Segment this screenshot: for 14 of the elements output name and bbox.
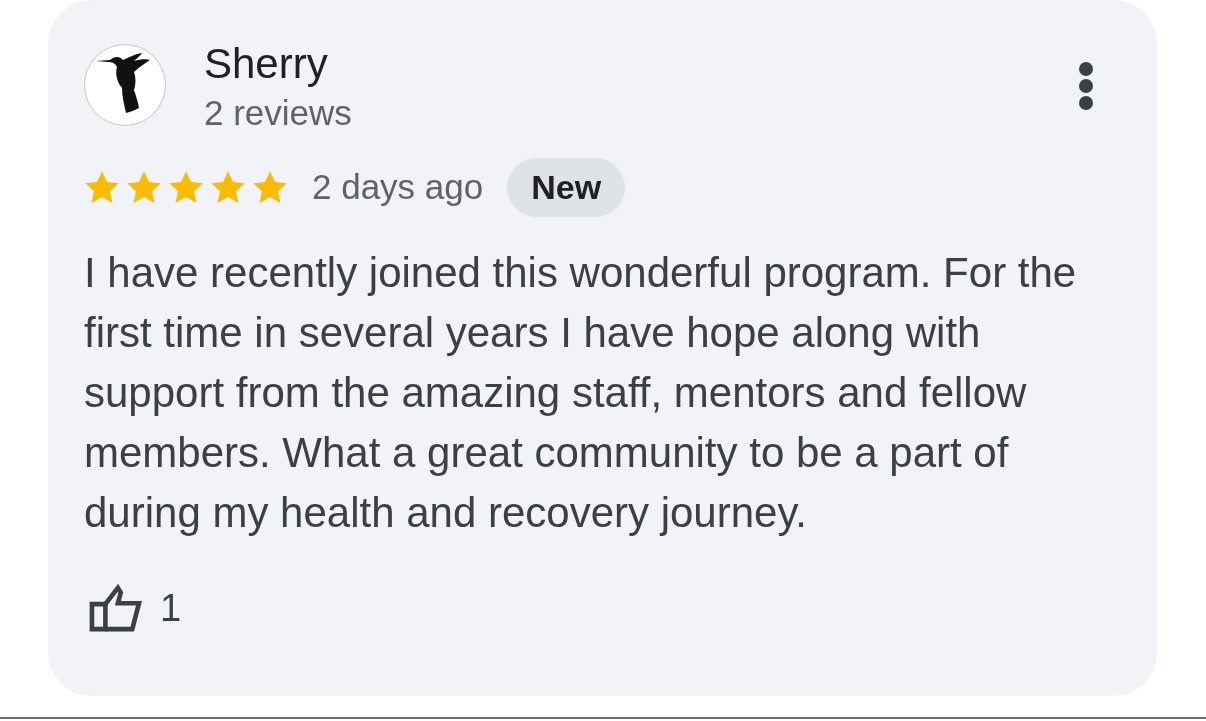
bird-avatar-icon: [84, 44, 166, 126]
star-icon: [252, 169, 288, 205]
star-icon: [84, 169, 120, 205]
star-icon: [168, 169, 204, 205]
review-text: I have recently joined this wonderful program. For the first time in several years I have hope along with support from the amazing staff, mentors and fellow members. What a great community to be a part of during my health and recovery journey.: [84, 248, 1078, 538]
new-badge: New: [507, 157, 626, 217]
review-time: 2 days ago: [312, 165, 484, 208]
star-icon: [210, 169, 246, 205]
like-count: 1: [160, 585, 182, 631]
thumbs-up-icon[interactable]: [88, 584, 142, 632]
review-count: 2 reviews: [204, 92, 352, 134]
star-icon: [126, 169, 162, 205]
more-options-icon[interactable]: [1077, 62, 1095, 110]
author-name[interactable]: Sherry: [204, 40, 352, 88]
